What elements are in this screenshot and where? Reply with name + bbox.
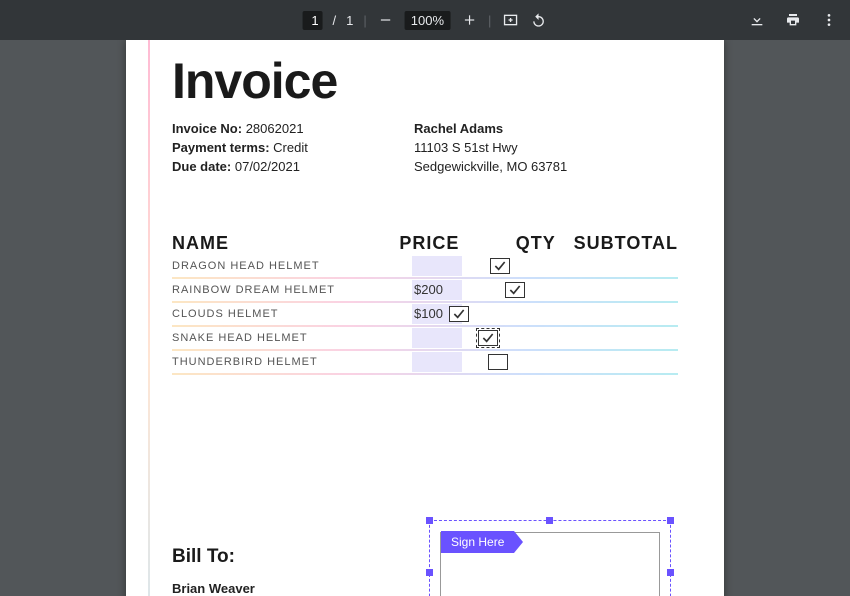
- toolbar-right: [748, 11, 838, 29]
- item-name: SNAKE HEAD HELMET: [172, 332, 308, 344]
- due-date-label: Due date:: [172, 159, 231, 174]
- from-line1: 11103 S 51st Hwy: [414, 139, 567, 158]
- resize-handle[interactable]: [546, 517, 553, 524]
- table-row: CLOUDS HELMET$100: [172, 302, 678, 326]
- item-name: RAINBOW DREAM HELMET: [172, 284, 335, 296]
- toolbar-center: / 1 | 100% |: [303, 11, 548, 30]
- document-viewport[interactable]: Invoice Invoice No: 28062021 Payment ter…: [0, 40, 850, 596]
- zoom-in-icon[interactable]: [460, 11, 478, 29]
- item-checkbox[interactable]: [490, 258, 510, 274]
- item-checkbox[interactable]: [478, 330, 498, 346]
- col-qty-header: QTY: [498, 233, 574, 254]
- table-row: DRAGON HEAD HELMET: [172, 254, 678, 278]
- from-line2: Sedgewickville, MO 63781: [414, 158, 567, 177]
- item-name: DRAGON HEAD HELMET: [172, 260, 320, 272]
- invoice-meta-left: Invoice No: 28062021 Payment terms: Cred…: [172, 120, 414, 177]
- payment-terms-value: Credit: [273, 140, 308, 155]
- page-number-input[interactable]: [303, 11, 323, 30]
- document-page: Invoice Invoice No: 28062021 Payment ter…: [126, 40, 724, 596]
- zoom-level[interactable]: 100%: [405, 11, 450, 30]
- toolbar-separator: |: [363, 13, 366, 28]
- payment-terms-label: Payment terms:: [172, 140, 270, 155]
- toolbar-separator: |: [488, 13, 491, 28]
- col-name-header: NAME: [172, 233, 399, 254]
- col-price-header: PRICE: [399, 233, 498, 254]
- resize-handle[interactable]: [667, 517, 674, 524]
- price-field[interactable]: [412, 328, 462, 348]
- item-name: THUNDERBIRD HELMET: [172, 356, 318, 368]
- table-row: SNAKE HEAD HELMET: [172, 326, 678, 350]
- selection-outline[interactable]: [429, 520, 671, 596]
- download-icon[interactable]: [748, 11, 766, 29]
- items-table: NAME PRICE QTY SUBTOTAL DRAGON HEAD HELM…: [172, 233, 678, 374]
- price-field[interactable]: $200: [412, 280, 462, 300]
- item-checkbox[interactable]: [488, 354, 508, 370]
- price-field[interactable]: [412, 352, 462, 372]
- rotate-icon[interactable]: [529, 11, 547, 29]
- col-subtotal-header: SUBTOTAL: [574, 233, 678, 254]
- item-checkbox[interactable]: [505, 282, 525, 298]
- invoice-meta: Invoice No: 28062021 Payment terms: Cred…: [172, 120, 678, 177]
- print-icon[interactable]: [784, 11, 802, 29]
- bill-to-name: Brian Weaver: [172, 581, 255, 596]
- price-field[interactable]: [412, 256, 462, 276]
- resize-handle[interactable]: [667, 569, 674, 576]
- invoice-title: Invoice: [172, 40, 678, 110]
- resize-handle[interactable]: [426, 517, 433, 524]
- more-icon[interactable]: [820, 11, 838, 29]
- fit-page-icon[interactable]: [501, 11, 519, 29]
- item-checkbox[interactable]: [449, 306, 469, 322]
- invoice-no-label: Invoice No:: [172, 121, 242, 136]
- zoom-out-icon[interactable]: [377, 11, 395, 29]
- resize-handle[interactable]: [426, 569, 433, 576]
- due-date-value: 07/02/2021: [235, 159, 300, 174]
- page-separator: /: [333, 13, 337, 28]
- table-header: NAME PRICE QTY SUBTOTAL: [172, 233, 678, 254]
- from-name: Rachel Adams: [414, 121, 503, 136]
- invoice-no-value: 28062021: [246, 121, 304, 136]
- invoice-from: Rachel Adams 11103 S 51st Hwy Sedgewickv…: [414, 120, 567, 177]
- table-row: RAINBOW DREAM HELMET $200: [172, 278, 678, 302]
- item-name: CLOUDS HELMET: [172, 308, 279, 320]
- table-row: THUNDERBIRD HELMET: [172, 350, 678, 374]
- page-total: 1: [346, 13, 353, 28]
- page-edge-decoration: [148, 40, 150, 596]
- pdf-toolbar: / 1 | 100% |: [0, 0, 850, 40]
